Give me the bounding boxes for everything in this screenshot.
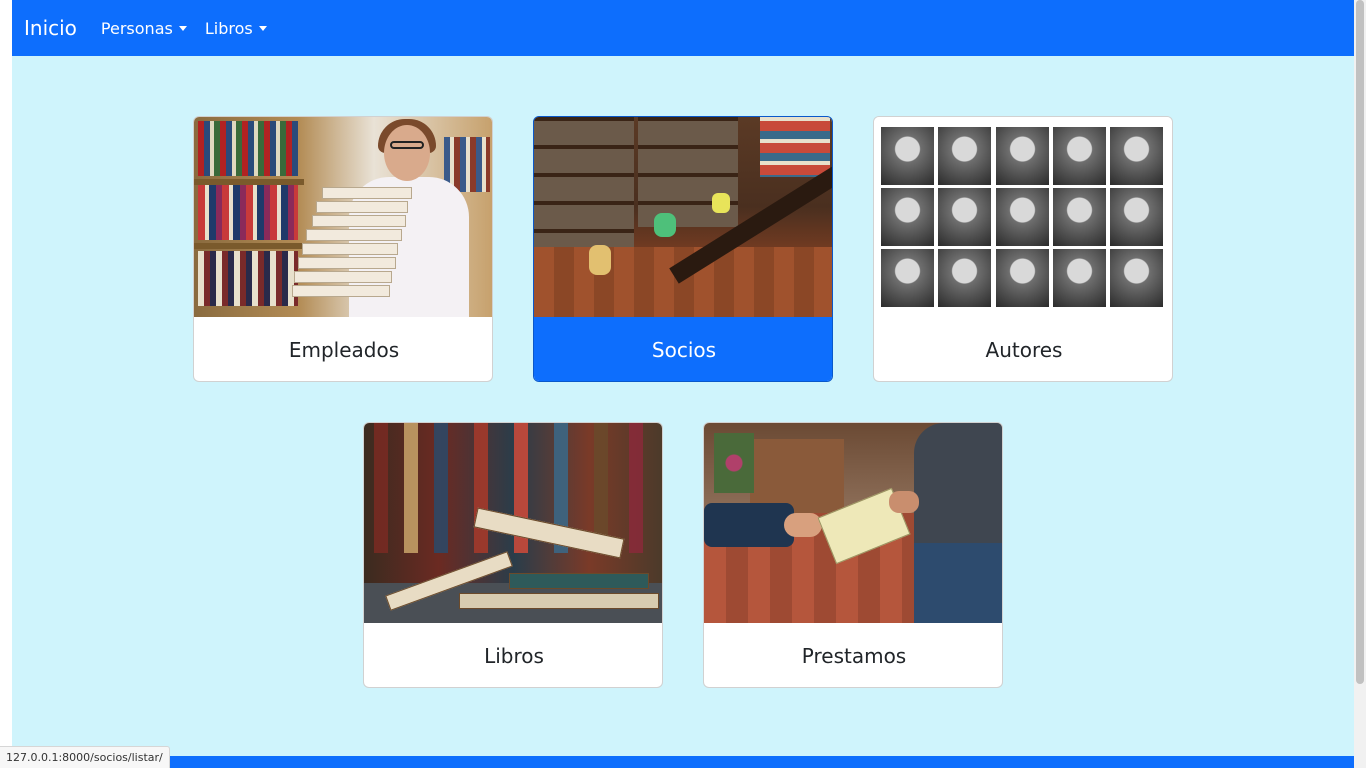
card-prestamos[interactable]: Prestamos: [703, 422, 1003, 688]
footer-bar: [12, 756, 1354, 768]
prestamos-image: [704, 423, 1002, 623]
card-empleados[interactable]: Empleados: [193, 116, 493, 382]
nav-dropdown-libros[interactable]: Libros: [205, 19, 267, 38]
socios-image: [534, 117, 832, 317]
empleados-image: [194, 117, 492, 317]
caret-down-icon: [258, 25, 267, 31]
card-label: Autores: [985, 338, 1063, 362]
libros-image: [364, 423, 662, 623]
autores-image: [874, 117, 1172, 317]
card-socios[interactable]: Socios: [533, 116, 833, 382]
card-label: Socios: [534, 317, 832, 381]
card-label: Empleados: [288, 338, 400, 362]
status-bar-url: 127.0.0.1:8000/socios/listar/: [0, 746, 170, 768]
caret-down-icon: [178, 25, 187, 31]
brand-link[interactable]: Inicio: [24, 16, 77, 40]
scrollbar-thumb[interactable]: [1356, 0, 1364, 684]
vertical-scrollbar[interactable]: [1354, 0, 1366, 768]
card-libros[interactable]: Libros: [363, 422, 663, 688]
card-autores[interactable]: Autores: [873, 116, 1173, 382]
nav-dropdown-personas[interactable]: Personas: [101, 19, 187, 38]
card-label: Libros: [484, 644, 544, 668]
navbar: Inicio Personas Libros: [12, 0, 1354, 56]
nav-dropdown-personas-label: Personas: [100, 18, 173, 38]
page-body: Inicio Personas Libros Empleados Socios …: [12, 0, 1354, 768]
nav-dropdown-libros-label: Libros: [204, 18, 253, 38]
card-label: Prestamos: [801, 644, 907, 668]
left-edge: [0, 0, 12, 768]
